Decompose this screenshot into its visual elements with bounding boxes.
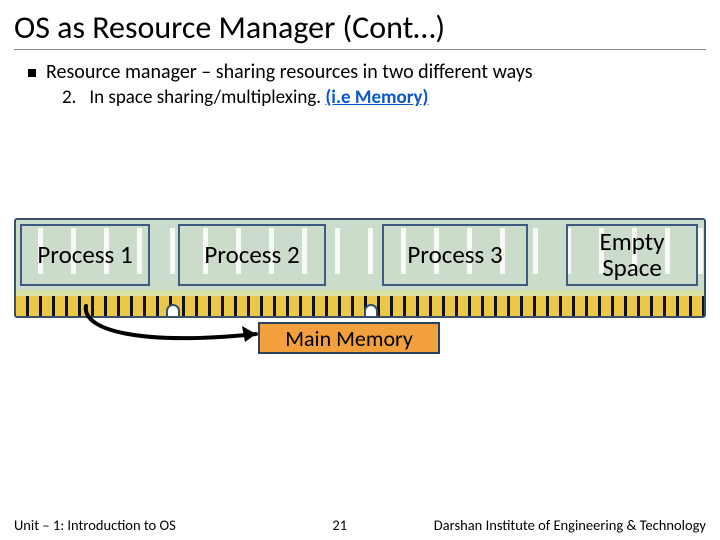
ram-notch-2 [364, 304, 378, 318]
footer-page-number: 21 [176, 516, 434, 534]
bullet-level-1: Resource manager – sharing resources in … [28, 60, 700, 84]
segment-empty-space: Empty Space [566, 224, 698, 286]
title-divider [14, 49, 706, 50]
main-memory-label: Main Memory [285, 325, 413, 352]
bullet-level-2: 2. In space sharing/multiplexing. (i.e M… [28, 86, 700, 109]
slide-title: OS as Resource Manager (Cont…) [0, 0, 720, 49]
segment-process-2: Process 2 [178, 224, 326, 286]
segment-process-1: Process 1 [20, 224, 150, 286]
slide-root: OS as Resource Manager (Cont…) Resource … [0, 0, 720, 540]
memory-link[interactable]: (i.e Memory) [325, 86, 428, 109]
memory-diagram: Process 1 Process 2 Process 3 Empty Spac… [14, 218, 706, 318]
footer-unit: Unit – 1: Introduction to OS [14, 516, 176, 534]
main-memory-label-box: Main Memory [258, 322, 440, 354]
bullet-l1-text: Resource manager – sharing resources in … [46, 60, 533, 84]
bullet-list: Resource manager – sharing resources in … [0, 58, 720, 109]
slide-footer: Unit – 1: Introduction to OS 21 Darshan … [0, 510, 720, 540]
segment-process-3: Process 3 [382, 224, 528, 286]
pointer-arrow-icon [78, 304, 278, 354]
footer-institute: Darshan Institute of Engineering & Techn… [434, 516, 706, 534]
bullet-l2-text: In space sharing/multiplexing. [89, 86, 321, 109]
bullet-l2-number: 2. [62, 86, 76, 109]
bullet-square-icon [28, 69, 36, 77]
